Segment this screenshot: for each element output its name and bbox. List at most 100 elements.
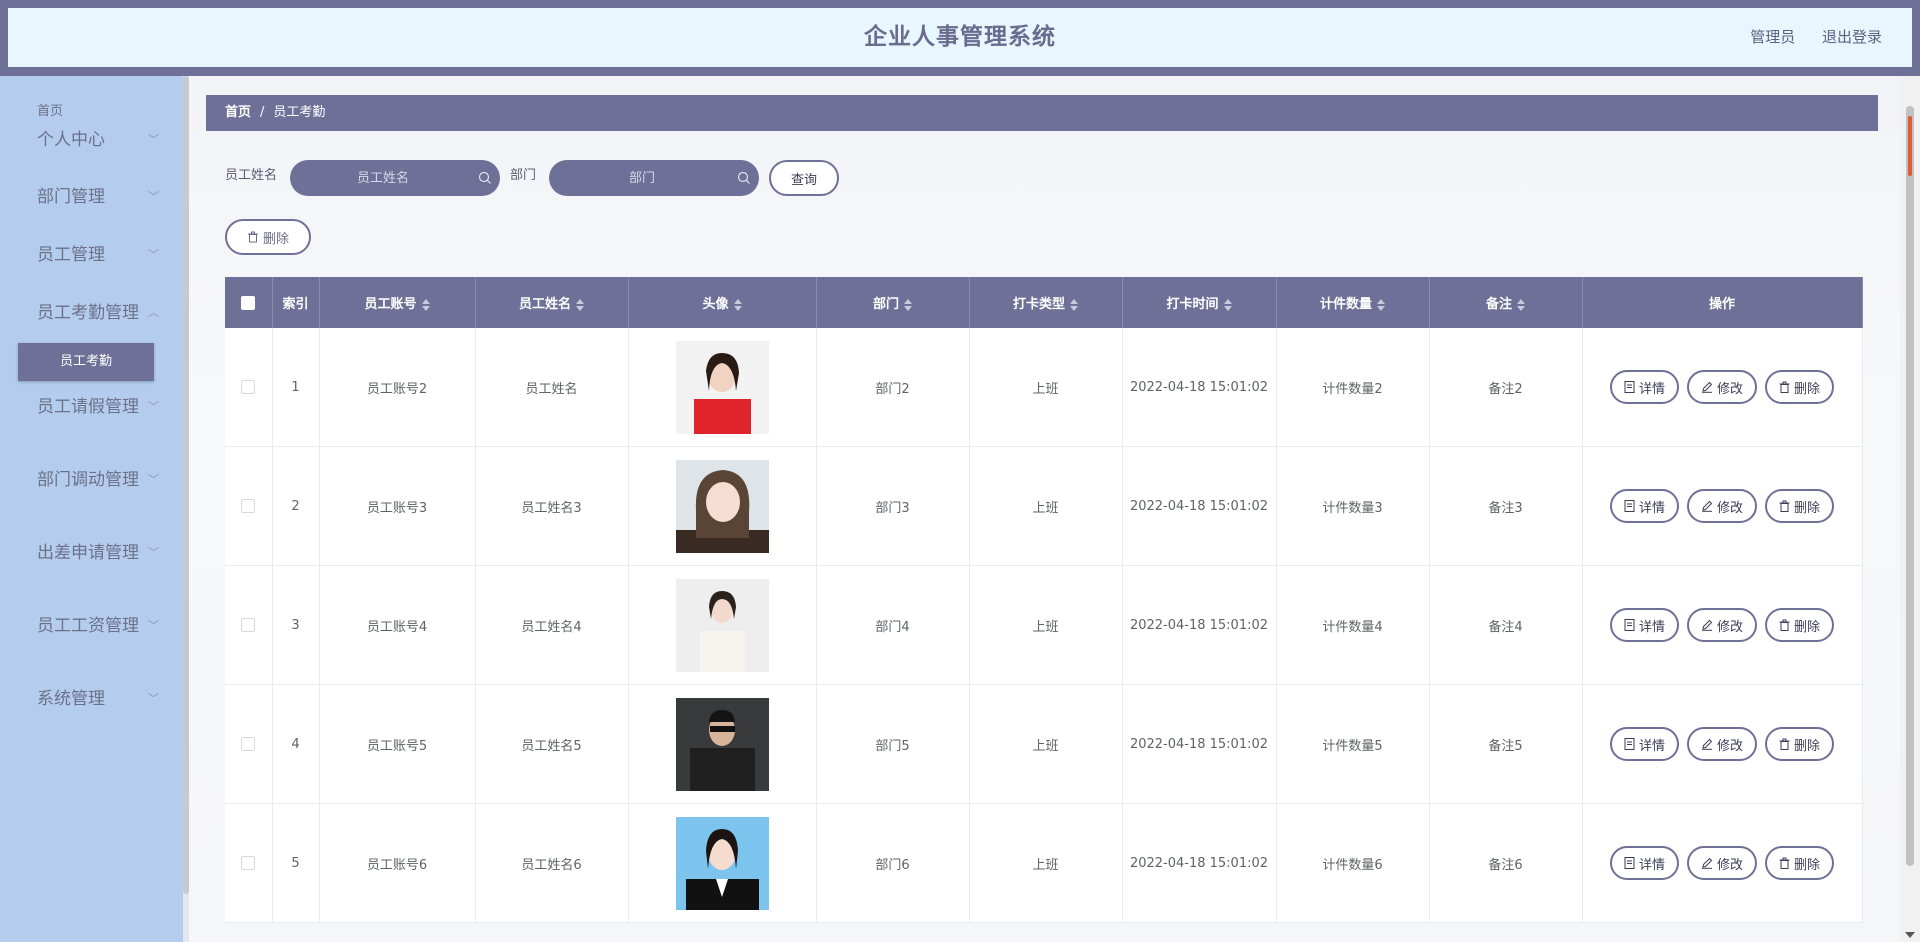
- sidebar-item-system[interactable]: 系统管理 ﹀: [37, 684, 159, 714]
- sort-icon[interactable]: [421, 298, 430, 311]
- row-avatar-cell: [628, 803, 817, 923]
- trash-icon: [1779, 857, 1790, 869]
- detail-button[interactable]: 详情: [1609, 727, 1679, 761]
- sort-icon[interactable]: [904, 298, 912, 311]
- edit-button[interactable]: 修改: [1686, 489, 1757, 523]
- sidebar-item-personal-center[interactable]: 个人中心 ﹀: [37, 125, 159, 155]
- attendance-table: 索引 员工账号 员工姓名 头像 部门 打卡类型 打卡时间 计件数量 备注 操作 …: [225, 277, 1863, 923]
- breadcrumb-separator: /: [260, 105, 265, 120]
- avatar[interactable]: [675, 816, 769, 910]
- sort-icon[interactable]: [1377, 298, 1385, 311]
- sidebar-item-employee[interactable]: 员工管理 ﹀: [37, 240, 159, 270]
- sidebar-item-department[interactable]: 部门管理 ﹀: [37, 182, 159, 212]
- edit-label: 修改: [1716, 738, 1743, 754]
- col-count[interactable]: 计件数量: [1276, 277, 1430, 328]
- delete-button[interactable]: 删除: [1765, 489, 1835, 523]
- sidebar: 首页 个人中心 ﹀ 部门管理 ﹀ 员工管理 ﹀ 员工考勤管理 ︿ 员工考勤 员工…: [0, 76, 183, 942]
- col-name-label: 员工姓名: [518, 297, 571, 312]
- col-dept[interactable]: 部门: [816, 277, 970, 328]
- detail-button[interactable]: 详情: [1609, 608, 1679, 642]
- row-checkbox[interactable]: [241, 856, 256, 870]
- admin-user-link[interactable]: 管理员: [1750, 28, 1795, 46]
- row-remark: 备注3: [1429, 446, 1583, 566]
- edit-icon: [1701, 738, 1713, 750]
- sidebar-item-transfer[interactable]: 部门调动管理 ﹀: [37, 465, 159, 495]
- sort-icon[interactable]: [1517, 298, 1525, 311]
- sidebar-subitem-attendance[interactable]: 员工考勤: [18, 343, 154, 381]
- row-checkbox[interactable]: [241, 499, 256, 513]
- sidebar-item-salary[interactable]: 员工工资管理 ﹀: [37, 611, 159, 641]
- col-remark[interactable]: 备注: [1429, 277, 1583, 328]
- delete-button[interactable]: 删除: [1765, 846, 1835, 880]
- sidebar-item-attendance[interactable]: 员工考勤管理 ︿: [37, 298, 159, 328]
- avatar[interactable]: [675, 340, 769, 434]
- avatar[interactable]: [675, 459, 769, 553]
- col-name[interactable]: 员工姓名: [475, 277, 629, 328]
- delete-button[interactable]: 删除: [1765, 727, 1835, 761]
- query-button[interactable]: 查询: [769, 160, 839, 196]
- row-checkbox[interactable]: [241, 380, 256, 394]
- detail-button[interactable]: 详情: [1609, 370, 1679, 404]
- row-punch-type: 上班: [969, 446, 1123, 566]
- sort-icon[interactable]: [1223, 298, 1232, 311]
- table-row: 1 员工账号2 员工姓名 部门2 上班 2022-04-18 15:01:02 计件数量2 备…: [225, 328, 1863, 447]
- sidebar-item-label: 部门管理: [37, 187, 105, 207]
- filter-dept-label: 部门: [510, 168, 537, 183]
- col-punch-type[interactable]: 打卡类型: [969, 277, 1123, 328]
- breadcrumb-home[interactable]: 首页: [225, 105, 251, 120]
- chevron-down-icon: ﹀: [148, 190, 159, 203]
- delete-label: 删除: [1794, 381, 1821, 397]
- table-row: 4 员工账号5 员工姓名5 部门5 上班 2022-04-18 15:01:02 计件数量5…: [225, 684, 1863, 804]
- col-avatar[interactable]: 头像: [628, 277, 817, 328]
- row-avatar-cell: [628, 328, 817, 447]
- scroll-down-arrow-icon[interactable]: [1905, 932, 1915, 938]
- name-search-input[interactable]: [290, 160, 500, 196]
- row-checkbox[interactable]: [241, 618, 256, 632]
- detail-button[interactable]: 详情: [1609, 846, 1679, 880]
- row-name: 员工姓名3: [475, 446, 629, 566]
- delete-button[interactable]: 删除: [1765, 370, 1835, 404]
- sidebar-home[interactable]: 首页: [37, 100, 63, 119]
- avatar[interactable]: [675, 578, 769, 672]
- row-index: 2: [272, 446, 320, 566]
- col-count-label: 计件数量: [1319, 297, 1372, 312]
- edit-label: 修改: [1716, 500, 1743, 516]
- dept-search-input[interactable]: [549, 160, 759, 196]
- chevron-down-icon: ﹀: [148, 473, 159, 486]
- edit-button[interactable]: 修改: [1686, 608, 1757, 642]
- edit-label: 修改: [1716, 857, 1743, 873]
- trash-icon: [1779, 738, 1790, 750]
- sidebar-item-leave[interactable]: 员工请假管理 ﹀: [37, 392, 159, 422]
- row-account: 员工账号5: [319, 684, 476, 804]
- logout-link[interactable]: 退出登录: [1822, 28, 1882, 46]
- row-remark: 备注2: [1429, 328, 1583, 447]
- chevron-down-icon: ﹀: [148, 248, 159, 261]
- chevron-down-icon: ﹀: [148, 400, 159, 413]
- detail-button[interactable]: 详情: [1609, 489, 1679, 523]
- row-checkbox[interactable]: [241, 737, 256, 751]
- row-index: 3: [272, 565, 320, 685]
- edit-button[interactable]: 修改: [1686, 727, 1757, 761]
- breadcrumb-current: 员工考勤: [273, 105, 326, 120]
- select-all-checkbox[interactable]: [241, 295, 256, 310]
- sidebar-item-business-trip[interactable]: 出差申请管理 ﹀: [37, 538, 159, 568]
- batch-delete-button[interactable]: 删除: [225, 219, 311, 255]
- col-punch-time[interactable]: 打卡时间: [1122, 277, 1277, 328]
- sort-icon[interactable]: [733, 298, 742, 311]
- avatar[interactable]: [675, 697, 769, 791]
- row-dept: 部门4: [816, 565, 970, 685]
- row-remark: 备注4: [1429, 565, 1583, 685]
- delete-button[interactable]: 删除: [1765, 608, 1835, 642]
- sidebar-item-label: 个人中心: [37, 130, 105, 150]
- col-index: 索引: [272, 277, 320, 328]
- row-actions: 详情 修改 删除: [1582, 803, 1863, 923]
- sort-icon[interactable]: [1070, 298, 1078, 311]
- edit-button[interactable]: 修改: [1686, 370, 1757, 404]
- header-actions: 管理员 退出登录: [1728, 8, 1882, 67]
- col-account[interactable]: 员工账号: [319, 277, 476, 328]
- trash-icon: [247, 231, 258, 243]
- edit-button[interactable]: 修改: [1686, 846, 1757, 880]
- page-scrollbar[interactable]: [1900, 76, 1920, 942]
- sort-icon[interactable]: [576, 298, 584, 311]
- page-scrollbar-thumb[interactable]: [1906, 106, 1914, 866]
